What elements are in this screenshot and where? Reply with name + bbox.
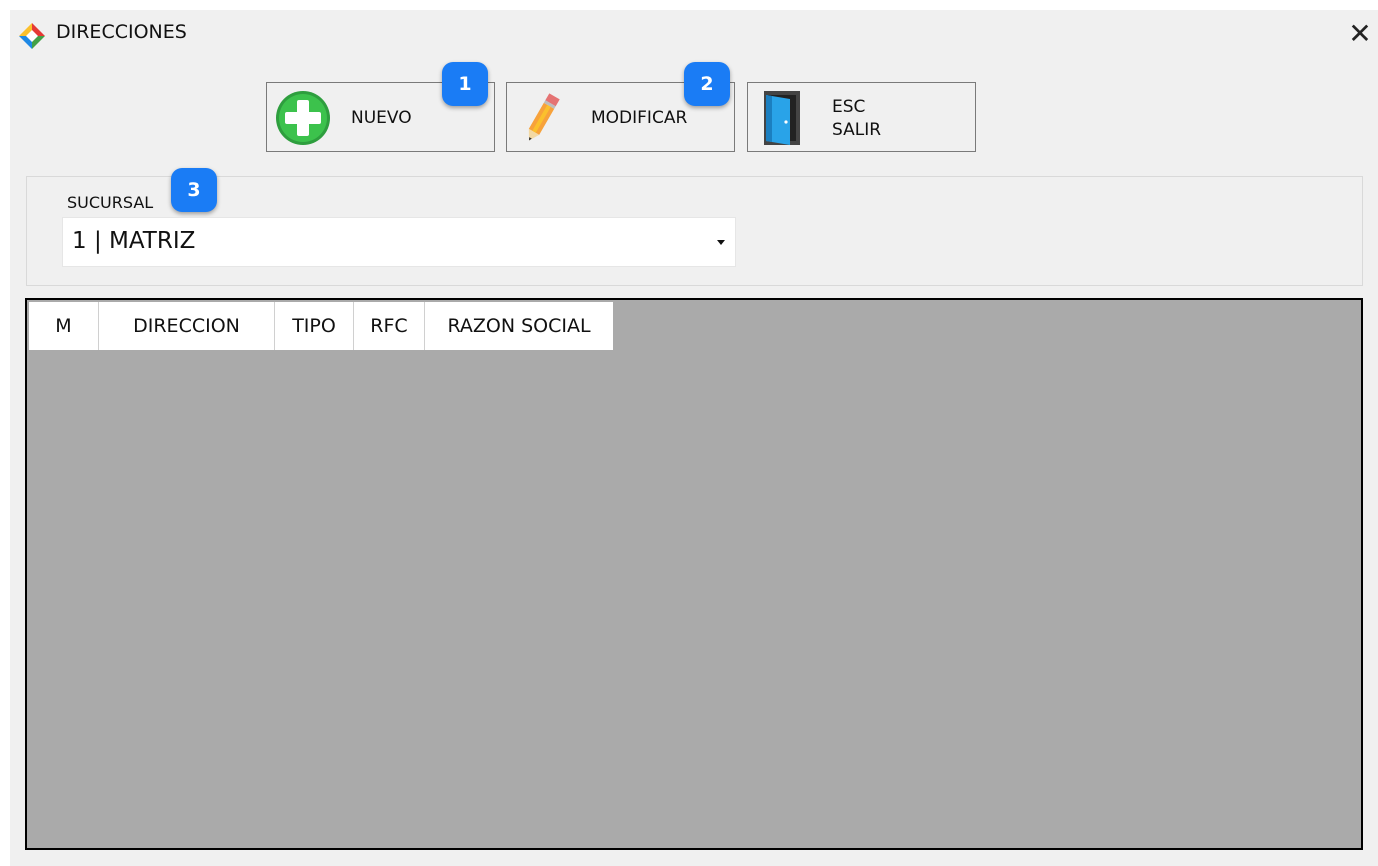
- column-header-m[interactable]: M: [29, 302, 99, 350]
- column-header-rfc[interactable]: RFC: [354, 302, 425, 350]
- modificar-label: MODIFICAR: [591, 108, 688, 128]
- app-logo-icon: [19, 23, 45, 49]
- salir-label: SALIR: [832, 120, 882, 140]
- grid-header: M DIRECCION TIPO RFC RAZON SOCIAL: [29, 302, 613, 350]
- window-title: DIRECCIONES: [56, 21, 187, 43]
- close-icon[interactable]: ✕: [1343, 14, 1377, 54]
- sucursal-selected-value: 1 | MATRIZ: [72, 228, 196, 254]
- callout-badge-3: 3: [171, 168, 217, 212]
- nuevo-label: NUEVO: [351, 108, 412, 128]
- column-header-tipo[interactable]: TIPO: [275, 302, 354, 350]
- sucursal-label: SUCURSAL: [67, 193, 154, 212]
- add-icon: [276, 91, 330, 145]
- column-header-direccion[interactable]: DIRECCION: [99, 302, 275, 350]
- callout-badge-1: 1: [442, 62, 488, 106]
- direcciones-window: DIRECCIONES ✕ NUEVO 1 MODIFICAR 2 ESC SA…: [10, 10, 1378, 866]
- callout-badge-2: 2: [684, 62, 730, 106]
- exit-door-icon: [764, 91, 800, 145]
- column-header-razon-social[interactable]: RAZON SOCIAL: [425, 302, 613, 350]
- dropdown-button[interactable]: [707, 218, 735, 266]
- pencil-icon: [528, 93, 560, 141]
- sucursal-select[interactable]: 1 | MATRIZ: [62, 217, 736, 267]
- chevron-down-icon: [717, 240, 725, 245]
- salir-button[interactable]: ESC SALIR: [747, 82, 976, 152]
- salir-shortcut-label: ESC: [832, 97, 866, 117]
- title-bar: DIRECCIONES ✕: [10, 10, 1378, 56]
- direcciones-grid[interactable]: M DIRECCION TIPO RFC RAZON SOCIAL: [25, 298, 1363, 850]
